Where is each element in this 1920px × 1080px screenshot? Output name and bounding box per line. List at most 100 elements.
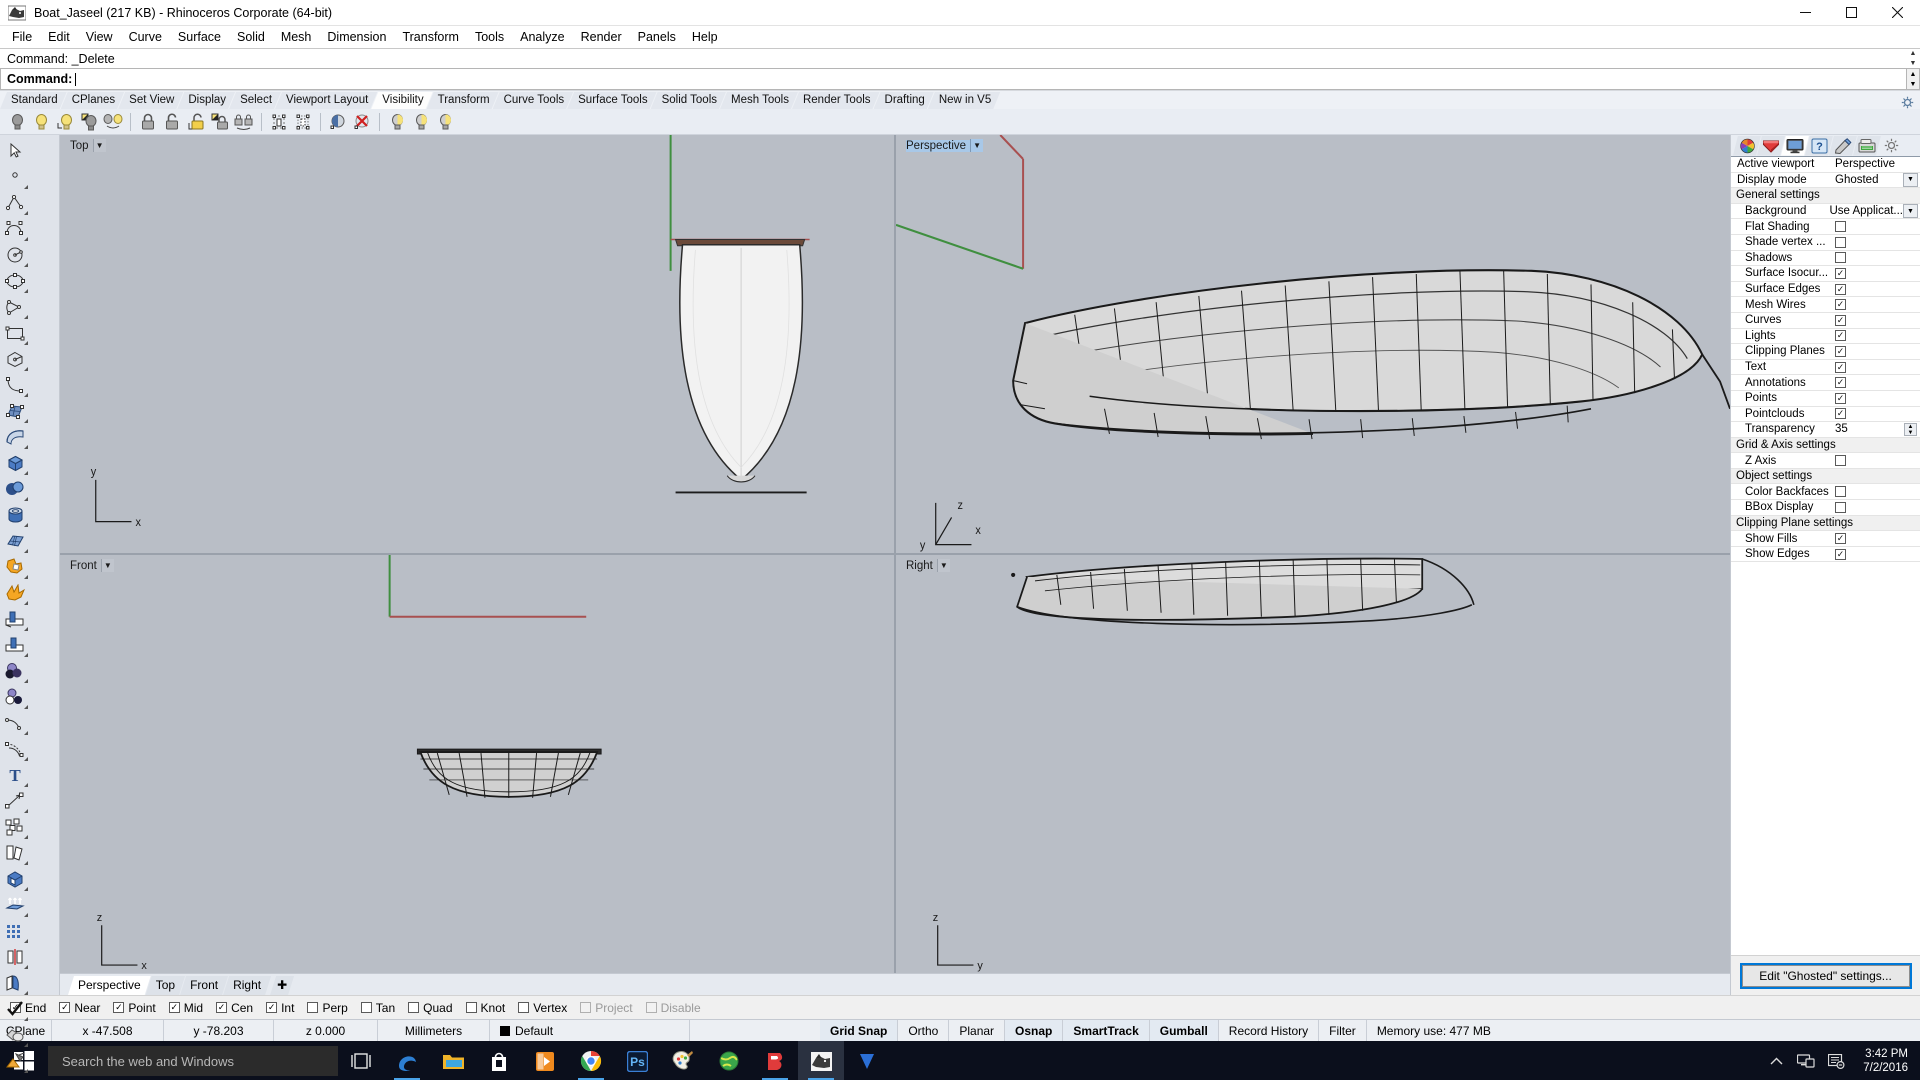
remove-ghost-icon[interactable]	[351, 111, 373, 133]
add-viewport-tab-button[interactable]: ✚	[270, 976, 294, 995]
pointclouds-checkbox[interactable]: ✓	[1835, 408, 1846, 420]
show-edges-checkbox[interactable]: ✓	[1835, 548, 1846, 560]
rectangle-icon[interactable]	[0, 320, 30, 346]
toolbar-tab-viewport-layout[interactable]: Viewport Layout	[275, 92, 377, 109]
background-combobox[interactable]: Use Applicat... ▼	[1829, 204, 1918, 219]
sketchup-icon[interactable]	[752, 1041, 798, 1080]
osnap-near-checkbox[interactable]: ✓	[59, 1002, 71, 1013]
transparency-value[interactable]: 35	[1835, 423, 1848, 435]
menu-item-surface[interactable]: Surface	[170, 27, 229, 47]
menu-item-file[interactable]: File	[4, 27, 40, 47]
ellipse-icon[interactable]	[0, 268, 30, 294]
menu-item-solid[interactable]: Solid	[229, 27, 273, 47]
viewport-top-label[interactable]: Top ▼	[65, 138, 108, 153]
light-c-icon[interactable]	[434, 111, 456, 133]
show-objects-icon[interactable]	[30, 111, 52, 133]
extrude-straight-icon[interactable]	[0, 892, 30, 918]
menu-item-transform[interactable]: Transform	[394, 27, 467, 47]
osnap-disable[interactable]: Disable	[645, 1001, 701, 1015]
group-icon[interactable]	[0, 814, 30, 840]
transparency-spin-down[interactable]: ▼	[1905, 430, 1916, 436]
text-icon[interactable]: T	[0, 762, 30, 788]
history-scroll-down[interactable]: ▼	[1906, 59, 1920, 69]
render-color-icon[interactable]	[0, 1048, 30, 1074]
osnap-vertex[interactable]: Vertex	[518, 1001, 567, 1015]
surface-from-points-icon[interactable]	[0, 398, 30, 424]
split-icon[interactable]	[0, 632, 30, 658]
paint-icon[interactable]	[660, 1041, 706, 1080]
hide-swap-icon[interactable]	[78, 111, 100, 133]
display-mode-combobox[interactable]: Ghosted ▼	[1835, 172, 1918, 187]
shadows-checkbox[interactable]	[1835, 252, 1846, 264]
show-selected-objects-icon[interactable]	[54, 111, 76, 133]
boolean-union-icon[interactable]	[0, 554, 30, 580]
status-toggle-grid-snap[interactable]: Grid Snap	[820, 1020, 899, 1041]
osnap-knot[interactable]: Knot	[465, 1001, 505, 1015]
osnap-cen[interactable]: ✓ Cen	[216, 1001, 253, 1015]
help-tab[interactable]: ?	[1805, 136, 1833, 156]
osnap-tan[interactable]: Tan	[360, 1001, 395, 1015]
clipping-planes-checkbox[interactable]: ✓	[1835, 345, 1846, 357]
viewport-perspective[interactable]: Perspective ▼ z y x	[896, 135, 1730, 553]
box-solid-icon[interactable]	[0, 450, 30, 476]
lock-objects-icon[interactable]	[137, 111, 159, 133]
menu-item-panels[interactable]: Panels	[630, 27, 684, 47]
unlock-objects-icon[interactable]	[161, 111, 183, 133]
osnap-quad-checkbox[interactable]	[408, 1002, 420, 1013]
viewport-tab-right[interactable]: Right	[223, 976, 271, 995]
toolbar-tab-overflow[interactable]	[1901, 96, 1920, 109]
osnap-perp[interactable]: Perp	[307, 1001, 348, 1015]
lock-sync-icon[interactable]	[233, 111, 255, 133]
viewport-perspective-label[interactable]: Perspective ▼	[901, 138, 985, 153]
menu-item-dimension[interactable]: Dimension	[319, 27, 394, 47]
menu-item-curve[interactable]: Curve	[121, 27, 170, 47]
osnap-near[interactable]: ✓ Near	[59, 1001, 100, 1015]
light-b-icon[interactable]	[410, 111, 432, 133]
offset-curve-icon[interactable]	[0, 736, 30, 762]
hide-objects-icon[interactable]	[6, 111, 28, 133]
text-checkbox[interactable]: ✓	[1835, 361, 1846, 373]
menu-item-mesh[interactable]: Mesh	[273, 27, 320, 47]
osnap-project[interactable]: Project	[580, 1001, 633, 1015]
show-fills-checkbox[interactable]: ✓	[1835, 533, 1846, 545]
toolbar-tab-render-tools[interactable]: Render Tools	[792, 92, 880, 109]
polyline-icon[interactable]	[0, 190, 30, 216]
action-center-icon[interactable]	[1821, 1041, 1851, 1080]
windows-store-icon[interactable]	[476, 1041, 522, 1080]
viewport-tab-front[interactable]: Front	[180, 976, 228, 995]
viewport-front[interactable]: Front ▼ z x	[60, 555, 894, 973]
command-input-spinner[interactable]: ▲ ▼	[1906, 68, 1920, 90]
toolbar-tab-solid-tools[interactable]: Solid Tools	[651, 92, 726, 109]
surface-isocurves-checkbox[interactable]: ✓	[1835, 267, 1846, 279]
taskbar-search-input[interactable]: Search the web and Windows	[48, 1046, 338, 1076]
dimension-icon[interactable]	[0, 788, 30, 814]
toolbar-tab-display[interactable]: Display	[177, 92, 235, 109]
menu-item-help[interactable]: Help	[684, 27, 726, 47]
toolbar-tab-transform[interactable]: Transform	[427, 92, 499, 109]
unlock-selected-icon[interactable]	[185, 111, 207, 133]
chrome-browser-icon[interactable]	[568, 1041, 614, 1080]
color-backfaces-checkbox[interactable]	[1835, 486, 1846, 498]
toolbar-tab-set-view[interactable]: Set View	[118, 92, 183, 109]
toolbar-tab-visibility[interactable]: Visibility	[371, 92, 432, 109]
v-ray-icon[interactable]	[844, 1041, 890, 1080]
light-a-icon[interactable]	[386, 111, 408, 133]
display-tab[interactable]	[1781, 136, 1809, 156]
edit-display-mode-settings-button[interactable]: Edit "Ghosted" settings...	[1739, 962, 1912, 989]
explode-icon[interactable]	[0, 580, 30, 606]
edge-browser-icon[interactable]	[384, 1041, 430, 1080]
file-explorer-icon[interactable]	[430, 1041, 476, 1080]
osnap-perp-checkbox[interactable]	[307, 1002, 319, 1013]
fillet-curve-icon[interactable]	[0, 710, 30, 736]
osnap-quad[interactable]: Quad	[408, 1001, 453, 1015]
transparency-spinner[interactable]: ▲ ▼	[1904, 422, 1917, 436]
isolate-objects-icon[interactable]	[268, 111, 290, 133]
options-gear-tab[interactable]	[1877, 136, 1905, 156]
menu-item-edit[interactable]: Edit	[40, 27, 78, 47]
cylinder-solid-icon[interactable]	[0, 502, 30, 528]
rhinoceros-icon[interactable]	[798, 1041, 844, 1080]
show-hidden-icons-chevron[interactable]	[1761, 1041, 1791, 1080]
flat-shading-checkbox[interactable]	[1835, 221, 1846, 233]
status-toggle-record-history[interactable]: Record History	[1219, 1020, 1320, 1041]
notes-tab[interactable]	[1829, 136, 1857, 156]
